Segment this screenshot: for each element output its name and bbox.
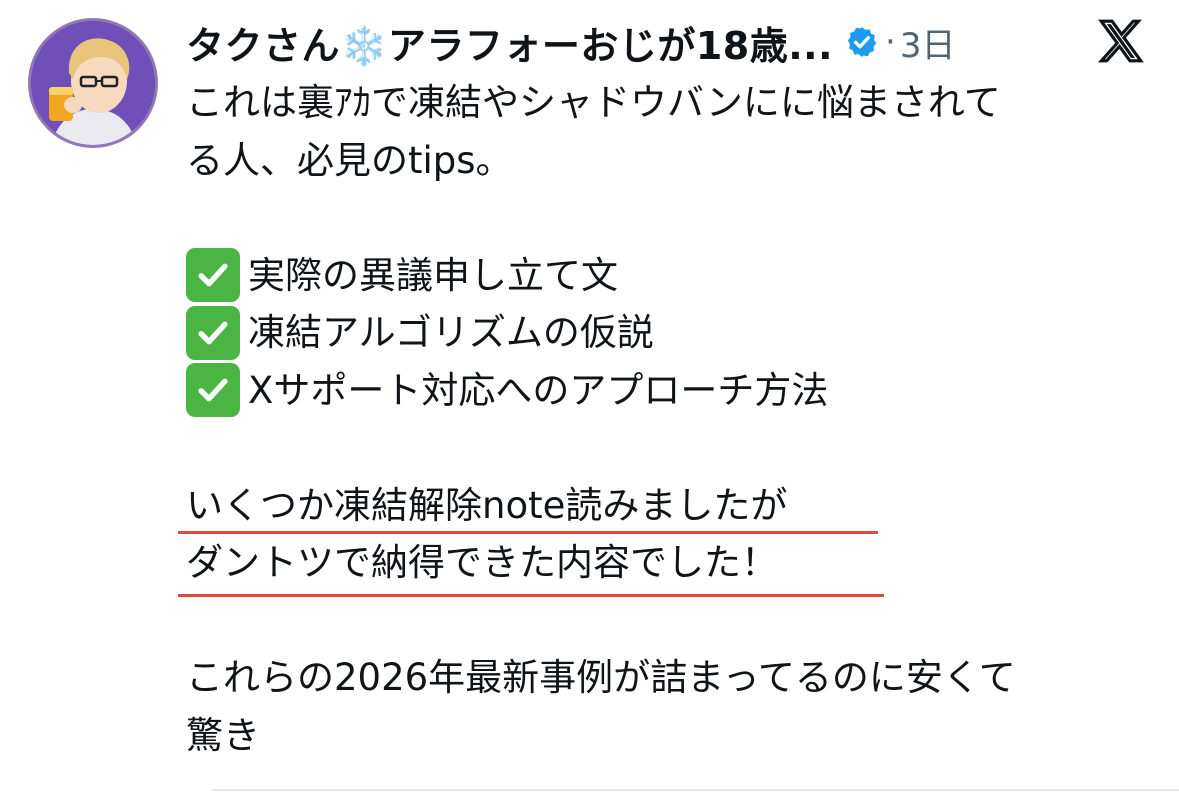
header-separator: · xyxy=(885,22,896,62)
body-line: これらの2026年最新事例が詰まってるのに安くて xyxy=(186,656,1016,699)
highlighted-line: いくつか凍結解除note読みましたが xyxy=(186,483,788,527)
checklist-item: Xサポート対応へのアプローチ方法 xyxy=(186,362,1146,420)
body-line: る人、必見のtips。 xyxy=(186,138,513,182)
divider xyxy=(212,789,1179,791)
check-mark-button-icon xyxy=(186,305,240,360)
checklist-text: 実際の異議申し立て文 xyxy=(248,253,618,297)
avatar[interactable] xyxy=(28,18,158,148)
highlighted-line: ダントツで納得できた内容でした！ xyxy=(186,541,778,584)
post-timestamp[interactable]: 3日 xyxy=(900,18,956,67)
check-mark-button-icon xyxy=(186,363,240,418)
checklist-item: 実際の異議申し立て文 xyxy=(186,247,1146,305)
x-logo-icon xyxy=(1096,16,1146,66)
checklist-text: 凍結アルゴリズムの仮説 xyxy=(248,311,654,354)
check-mark-button-icon xyxy=(186,248,240,303)
red-underline-annotation xyxy=(178,531,878,534)
body-line: これは裏ｱｶで凍結やシャドウバンにに悩まされて xyxy=(186,81,1001,124)
checklist-item: 凍結アルゴリズムの仮説 xyxy=(186,304,1146,362)
verified-badge-icon[interactable] xyxy=(845,25,879,59)
checklist-text: Xサポート対応へのアプローチ方法 xyxy=(248,368,829,412)
author-display-name[interactable]: タクさん❄️アラフォーおじが18歳... xyxy=(186,15,833,70)
avatar-illustration-icon xyxy=(31,21,155,145)
tweet-header: タクさん❄️アラフォーおじが18歳... · 3日 xyxy=(186,14,955,70)
tweet-body: これは裏ｱｶで凍結やシャドウバンにに悩まされて る人、必見のtips。 実際の異… xyxy=(186,74,1146,764)
red-underline-annotation xyxy=(178,594,884,597)
body-line: 驚き xyxy=(186,713,260,757)
